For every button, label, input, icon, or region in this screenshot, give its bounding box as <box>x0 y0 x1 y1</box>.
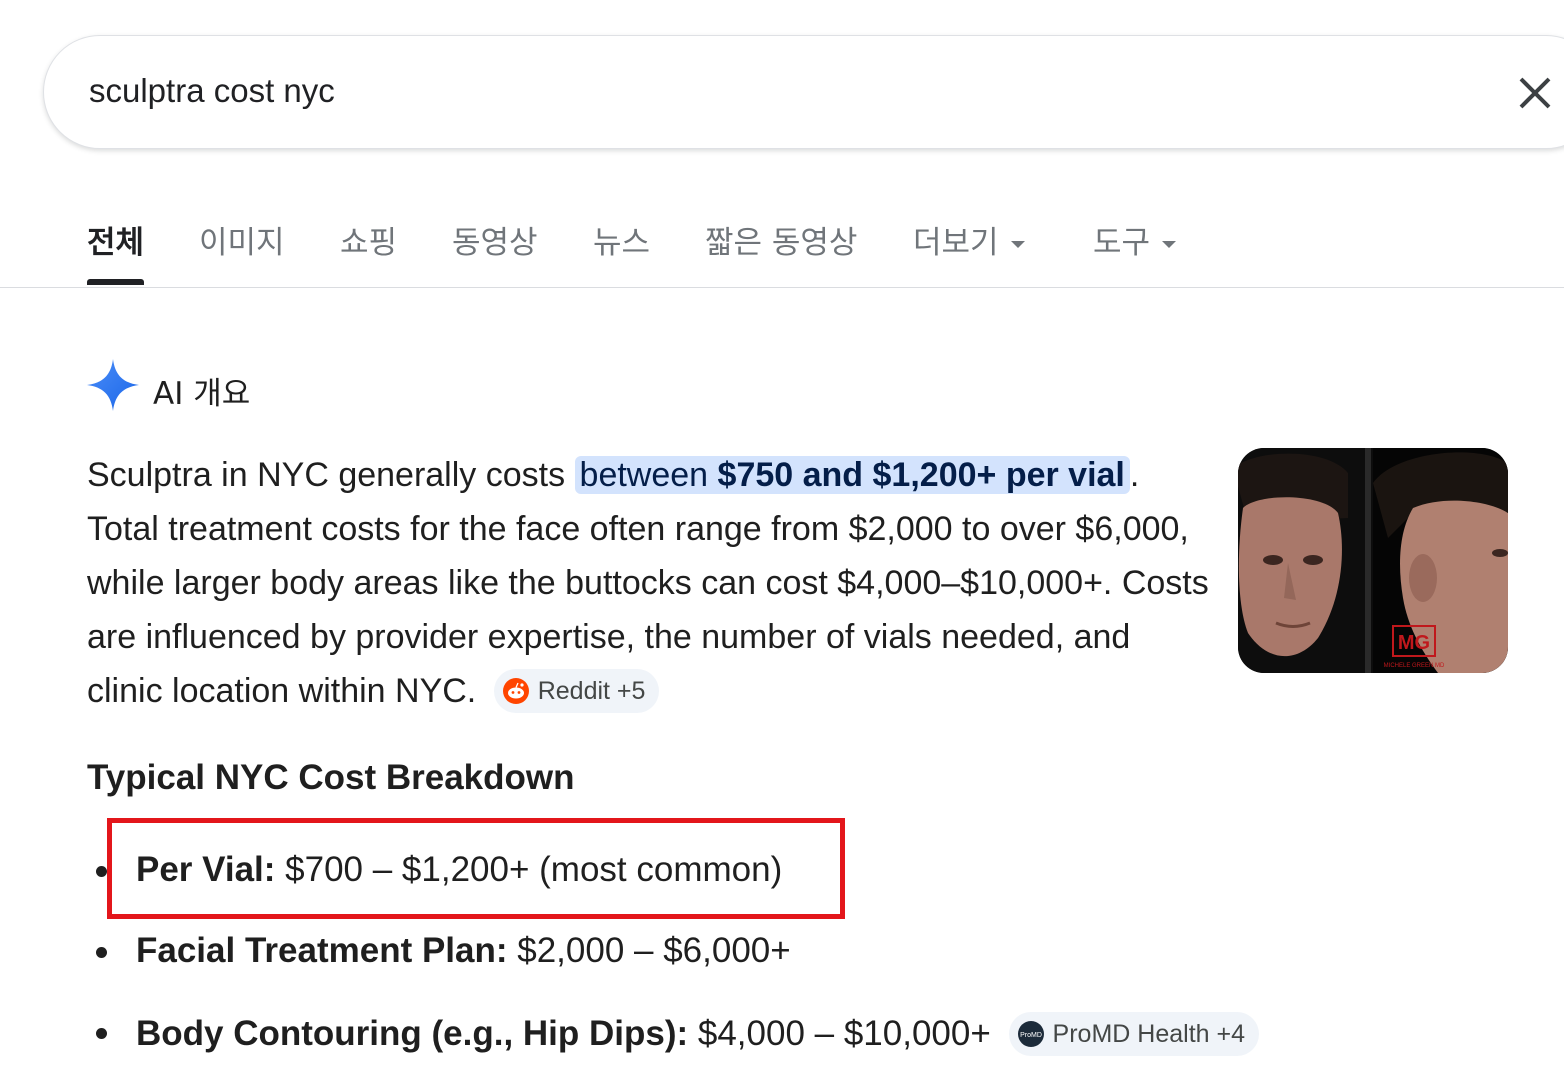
watermark-caption: MICHELE GREEN MD <box>1384 663 1445 669</box>
tab-short-videos[interactable]: 짧은 동영상 <box>705 217 857 262</box>
annotation-highlight-box <box>107 818 845 919</box>
tab-tools-label: 도구 <box>1093 225 1151 261</box>
section-title: Typical NYC Cost Breakdown <box>87 758 575 797</box>
result-thumbnail-image[interactable]: MG MICHELE GREEN MD <box>1238 448 1508 673</box>
intro-period: . <box>1129 456 1140 494</box>
list-item-text: Facial Treatment Plan: $2,000 – $6,000+ <box>136 931 791 971</box>
tab-all[interactable]: 전체 <box>87 217 144 262</box>
source-chip-promd[interactable]: ProMD ProMD Health +4 <box>1008 1012 1259 1056</box>
tab-news[interactable]: 뉴스 <box>593 217 650 262</box>
ai-overview-text: Sculptra in NYC generally costs between … <box>87 448 1212 718</box>
reddit-icon <box>502 678 529 704</box>
highlight-bold: $750 and $1,200+ per vial <box>717 456 1125 494</box>
sparkle-icon <box>87 359 139 411</box>
tab-more-label: 더보기 <box>913 225 999 261</box>
tab-shopping[interactable]: 쇼핑 <box>340 217 397 262</box>
watermark-logo: MG <box>1398 632 1430 654</box>
tab-images[interactable]: 이미지 <box>199 217 285 262</box>
tab-tools[interactable]: 도구 <box>1093 217 1177 262</box>
bullet-dot <box>96 1028 107 1039</box>
face-photo-image: MG MICHELE GREEN MD <box>1238 448 1508 673</box>
list-item-text: Body Contouring (e.g., Hip Dips): $4,000… <box>136 1012 1259 1056</box>
search-box[interactable]: sculptra cost nyc <box>43 35 1564 149</box>
promd-logo-text: ProMD <box>1020 1032 1042 1039</box>
source-chip-reddit[interactable]: Reddit +5 <box>493 669 660 713</box>
highlighted-answer[interactable]: between $750 and $1,200+ per vial <box>574 456 1130 494</box>
search-input[interactable]: sculptra cost nyc <box>89 72 335 110</box>
tab-more[interactable]: 더보기 <box>913 217 1025 262</box>
item-label: Body Contouring (e.g., Hip Dips): <box>136 1014 689 1053</box>
tab-videos[interactable]: 동영상 <box>452 217 538 262</box>
caret-down-icon <box>1162 241 1177 248</box>
intro-text: Sculptra in NYC generally costs <box>87 456 575 494</box>
close-icon[interactable] <box>1518 76 1552 110</box>
bullet-dot <box>96 866 107 877</box>
highlight-plain: between <box>579 456 718 494</box>
promd-logo-icon: ProMD <box>1017 1021 1044 1047</box>
item-label: Facial Treatment Plan: <box>136 931 508 970</box>
item-value: $2,000 – $6,000+ <box>507 931 791 970</box>
bullet-dot <box>96 947 107 958</box>
search-tabs: 전체 이미지 쇼핑 동영상 뉴스 짧은 동영상 더보기 도구 <box>0 195 1564 288</box>
chip-label: ProMD Health +4 <box>1052 1020 1245 1048</box>
caret-down-icon <box>1010 241 1025 248</box>
ai-overview-title: AI 개요 <box>153 376 251 412</box>
active-tab-indicator <box>87 279 144 285</box>
chip-label: Reddit +5 <box>537 677 646 705</box>
item-value: $4,000 – $10,000+ <box>688 1014 991 1053</box>
